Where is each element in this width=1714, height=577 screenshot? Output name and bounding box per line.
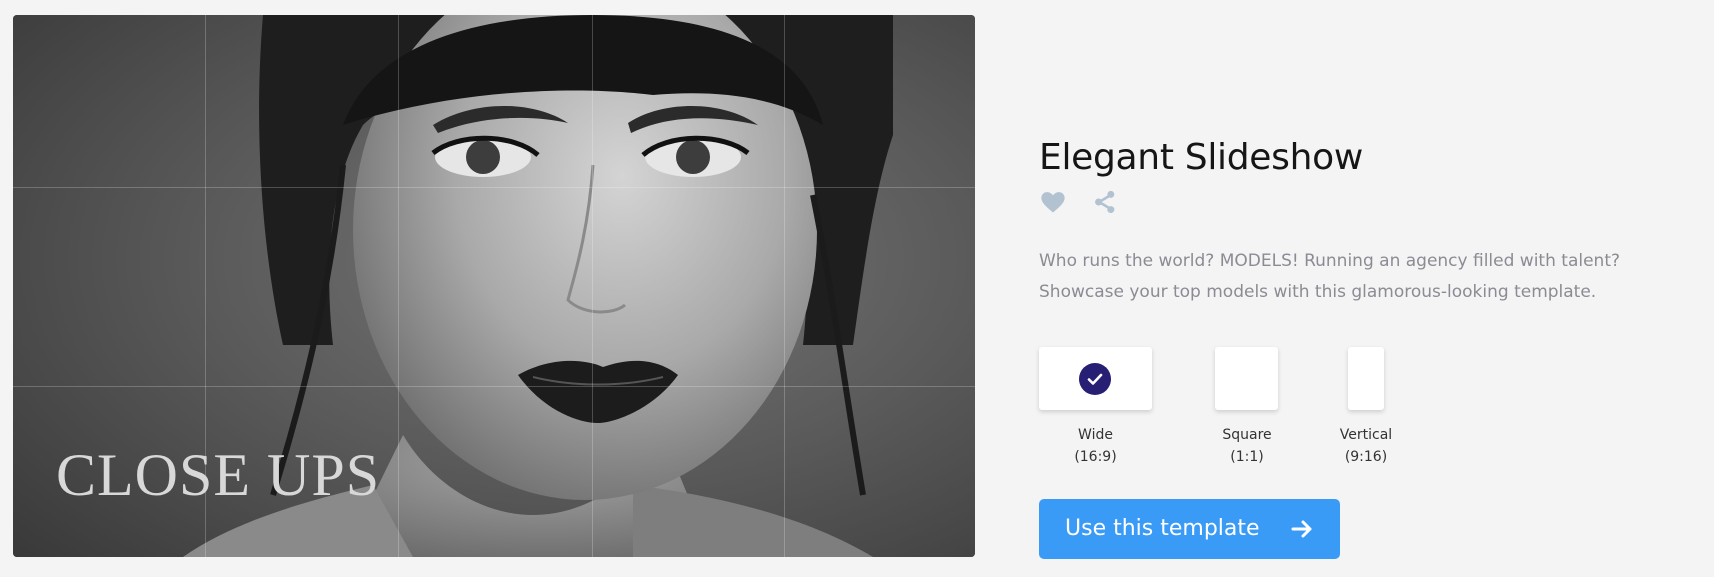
grid-line bbox=[13, 386, 975, 387]
description-line: Showcase your top models with this glamo… bbox=[1039, 282, 1597, 302]
format-ratio: (16:9) bbox=[1074, 449, 1117, 465]
format-ratio: (9:16) bbox=[1344, 449, 1388, 465]
use-template-button[interactable]: Use this template bbox=[1039, 499, 1340, 559]
template-info-panel: Elegant Slideshow Who runs the world? MO… bbox=[1039, 0, 1679, 577]
format-name: Vertical bbox=[1339, 427, 1393, 443]
grid-line bbox=[592, 15, 593, 557]
grid-line bbox=[13, 187, 975, 188]
heart-icon[interactable] bbox=[1039, 188, 1067, 216]
format-name: Square bbox=[1222, 427, 1272, 443]
format-label-wide: Wide (16:9) bbox=[1039, 424, 1152, 468]
preview-overlay-text: CLOSE UPS bbox=[56, 442, 381, 508]
selected-check-icon bbox=[1079, 363, 1111, 395]
template-title: Elegant Slideshow bbox=[1039, 137, 1363, 179]
format-preview-wide[interactable] bbox=[1039, 347, 1152, 410]
format-label-vertical: Vertical (9:16) bbox=[1324, 424, 1408, 468]
description-line: Who runs the world? MODELS! Running an a… bbox=[1039, 251, 1621, 271]
grid-line bbox=[784, 15, 785, 557]
use-template-label: Use this template bbox=[1065, 516, 1260, 541]
format-selector: Wide (16:9) Square (1:1) Vertical (9:16) bbox=[1039, 347, 1439, 467]
share-icon[interactable] bbox=[1091, 188, 1119, 216]
format-preview-vertical[interactable] bbox=[1348, 347, 1384, 410]
format-label-square: Square (1:1) bbox=[1205, 424, 1289, 468]
format-ratio: (1:1) bbox=[1230, 449, 1264, 465]
template-description: Who runs the world? MODELS! Running an a… bbox=[1039, 246, 1679, 308]
format-preview-square[interactable] bbox=[1215, 347, 1278, 410]
template-preview[interactable]: CLOSE UPS bbox=[13, 15, 975, 557]
grid-line bbox=[398, 15, 399, 557]
format-name: Wide bbox=[1078, 427, 1113, 443]
arrow-right-icon bbox=[1289, 516, 1315, 542]
